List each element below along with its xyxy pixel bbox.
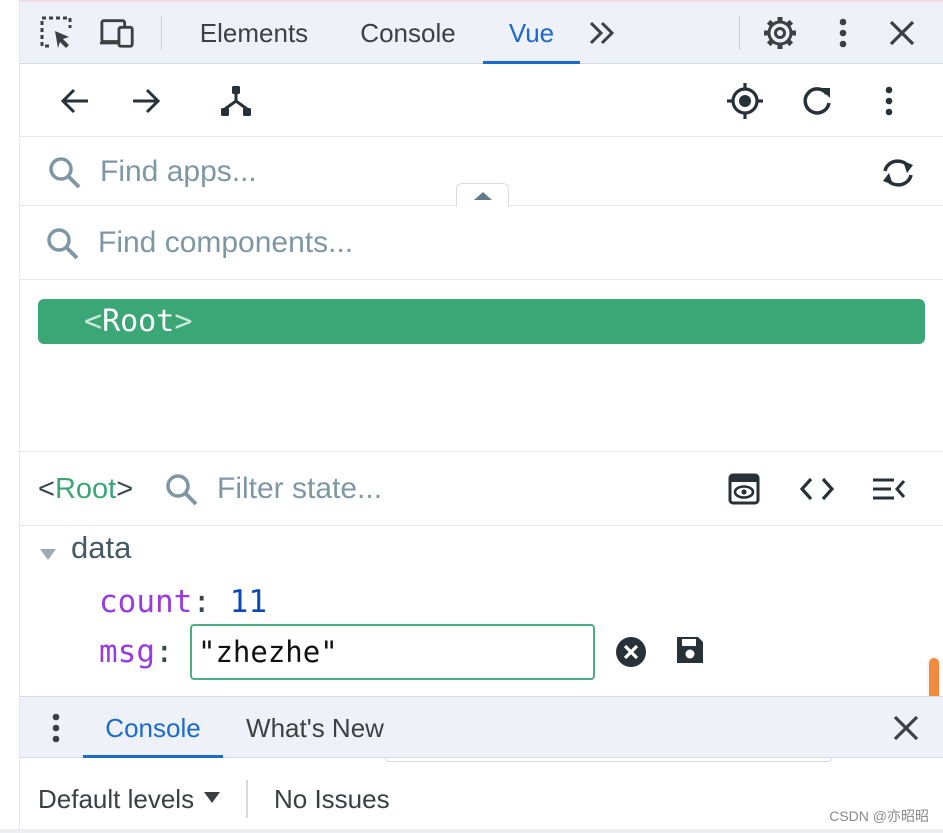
refresh-icon[interactable] (798, 82, 836, 120)
tree-node-root[interactable]: <Root> (38, 299, 925, 344)
component-name-open-bracket: < (38, 473, 55, 505)
collapse-all-icon[interactable] (871, 471, 907, 507)
more-tabs-icon[interactable] (584, 15, 620, 51)
console-status-bar: Default levels No Issues CSDN @亦昭昭 (20, 758, 943, 829)
state-panel: data count: 11 msg: (20, 526, 943, 744)
dropdown-caret-icon[interactable] (204, 792, 220, 803)
tree-node-close-bracket: > (174, 304, 193, 339)
drawer-menu-icon[interactable] (38, 710, 74, 746)
open-in-browser-icon[interactable] (726, 471, 762, 507)
find-components-input[interactable] (96, 223, 876, 263)
inspect-element-icon[interactable] (39, 15, 75, 51)
save-edit-icon[interactable] (672, 632, 708, 668)
tab-vue[interactable]: Vue (483, 2, 580, 64)
select-component-target-icon[interactable] (726, 82, 764, 120)
tree-node-label: Root (102, 304, 175, 339)
state-colon: : (155, 634, 174, 670)
issues-counter[interactable]: No Issues (274, 784, 390, 815)
page-left-edge (0, 0, 20, 833)
section-collapse-caret-icon[interactable] (38, 544, 58, 564)
section-title-data: data (71, 530, 132, 565)
component-search-bar (20, 206, 943, 280)
tabbar-divider-right (739, 16, 740, 50)
search-icon (166, 474, 198, 506)
close-icon[interactable] (884, 15, 920, 51)
vue-toolbar (20, 64, 943, 137)
tab-elements[interactable]: Elements (184, 2, 324, 64)
sync-apps-icon[interactable] (880, 155, 916, 191)
inspector-header: <Root> (20, 452, 943, 526)
caret-up-icon (473, 191, 492, 200)
component-tree: <Root> (20, 280, 943, 452)
kebab-menu-icon[interactable] (825, 15, 861, 51)
state-value[interactable]: 11 (230, 584, 267, 620)
devtools-tabbar: Elements Console Vue (20, 2, 943, 64)
state-row-msg-key: msg: (99, 634, 174, 670)
console-filter-edge (385, 758, 832, 762)
device-toolbar-icon[interactable] (100, 15, 136, 51)
search-icon (47, 228, 79, 260)
component-name-label: Root (54, 473, 117, 505)
cancel-edit-icon[interactable] (613, 634, 649, 670)
status-divider (246, 780, 248, 818)
tab-console[interactable]: Console (342, 2, 474, 64)
back-arrow-icon[interactable] (56, 82, 94, 120)
window-bottom-edge (0, 829, 943, 833)
devtools-window: Elements Console Vue Find apps... Find c… (0, 0, 943, 833)
code-icon[interactable] (799, 471, 835, 507)
search-icon (49, 157, 81, 189)
drawer-tabbar: Console What's New (20, 696, 943, 758)
state-key: msg (99, 634, 155, 670)
state-colon: : (192, 584, 211, 620)
app-search-bar (20, 137, 943, 207)
drawer-tab-console[interactable]: Console (83, 697, 223, 758)
tabbar-divider (161, 16, 162, 50)
default-levels-dropdown[interactable]: Default levels (38, 784, 194, 815)
find-apps-input[interactable] (98, 152, 798, 192)
msg-value-edit-input[interactable] (190, 624, 595, 680)
state-key: count (99, 584, 193, 620)
tree-node-open-bracket: < (84, 304, 103, 339)
close-drawer-icon[interactable] (888, 710, 924, 746)
state-row-count: count: 11 (99, 584, 267, 620)
drawer-tab-whats-new[interactable]: What's New (235, 697, 395, 758)
watermark: CSDN @亦昭昭 (829, 808, 929, 824)
inspected-component-name: <Root> (38, 452, 133, 526)
settings-gear-icon[interactable] (762, 15, 798, 51)
component-tree-icon[interactable] (217, 82, 255, 120)
collapse-app-select-button[interactable] (456, 183, 509, 207)
filter-state-input[interactable] (215, 469, 695, 509)
forward-arrow-icon[interactable] (127, 82, 165, 120)
component-name-close-bracket: > (116, 473, 134, 505)
vue-menu-icon[interactable] (870, 82, 908, 120)
